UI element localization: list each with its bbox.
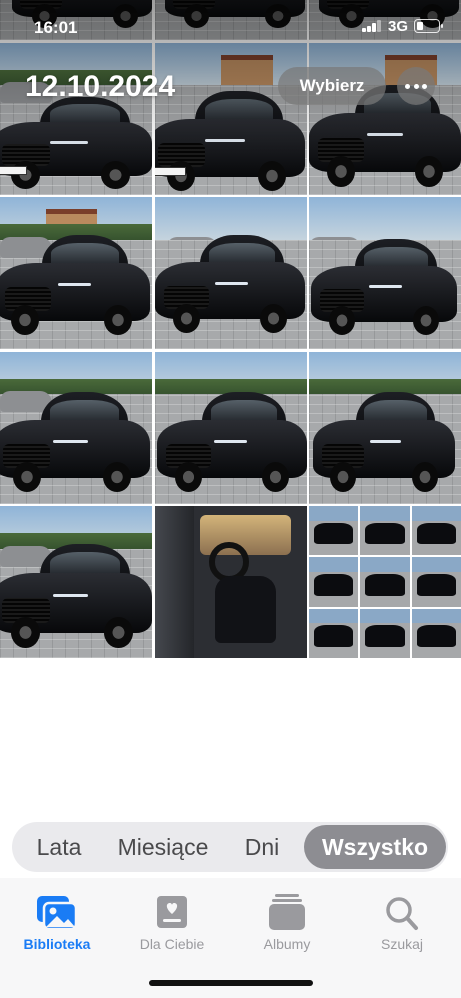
photo-library-icon [37,896,78,931]
page-title: 12.10.2024 [25,70,176,103]
segment-days[interactable]: Dni [220,825,304,869]
for-you-icon [157,896,187,928]
photo-thumbnail[interactable] [309,42,461,195]
tab-bar: Biblioteka Dla Ciebie Albumy Szukaj [0,878,461,998]
albums-icon [269,894,305,930]
photo-thumbnail[interactable] [154,506,307,658]
tab-search-label: Szukaj [380,936,424,952]
view-switcher[interactable]: Lata Miesiące Dni Wszystko [12,822,448,872]
photo-thumbnail[interactable] [154,351,307,504]
search-icon [386,897,418,930]
tab-for-you-label: Dla Ciebie [139,936,205,952]
segment-all[interactable]: Wszystko [304,825,446,869]
photo-thumbnail[interactable] [154,42,307,195]
tab-search[interactable]: Szukaj [352,894,452,952]
status-bar: 16:01 3G [0,0,461,160]
tab-for-you[interactable]: Dla Ciebie [122,894,222,952]
photo-thumbnail-collection[interactable] [309,506,461,658]
tab-albums-label: Albumy [263,936,311,952]
home-indicator[interactable] [149,980,313,986]
cellular-signal-icon [362,20,382,32]
segment-months[interactable]: Miesiące [106,825,220,869]
photo-thumbnail[interactable] [0,506,152,658]
photo-thumbnail[interactable] [0,42,152,195]
segment-years[interactable]: Lata [12,825,106,869]
tab-library[interactable]: Biblioteka [7,894,107,952]
photo-thumbnail[interactable] [0,197,152,349]
photo-thumbnail[interactable] [309,351,461,504]
status-time: 16:01 [34,18,78,37]
tab-albums[interactable]: Albumy [237,894,337,952]
photo-thumbnail[interactable] [0,351,152,504]
battery-icon [414,19,443,33]
tab-library-label: Biblioteka [23,936,91,952]
ellipsis-icon[interactable] [397,67,435,105]
photo-thumbnail[interactable] [309,197,461,349]
view-switcher-container: Lata Miesiące Dni Wszystko [0,816,461,878]
photo-thumbnail[interactable] [154,197,307,349]
select-button[interactable]: Wybierz [278,67,386,105]
network-type: 3G [388,18,409,35]
